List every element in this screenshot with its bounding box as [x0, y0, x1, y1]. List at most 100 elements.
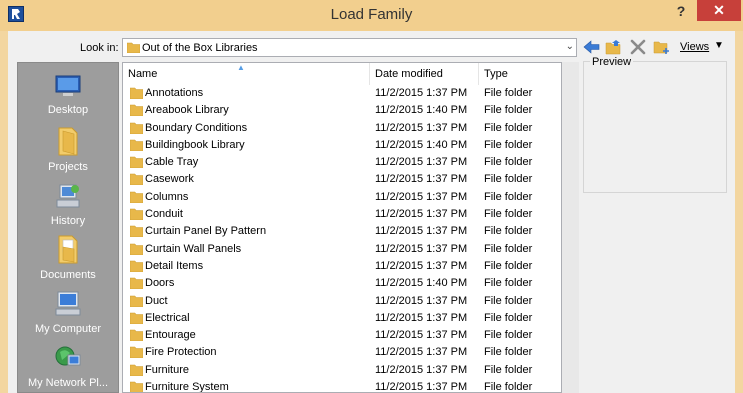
place-history[interactable]: History — [18, 181, 118, 227]
file-name: Cable Tray — [145, 156, 199, 169]
file-name: Casework — [145, 173, 194, 186]
file-date: 11/2/2015 1:37 PM — [375, 173, 468, 186]
title-bar[interactable]: Load Family ? ✕ — [0, 0, 743, 31]
place-desktop[interactable]: Desktop — [18, 72, 118, 116]
my-computer-icon — [55, 291, 81, 316]
file-name: Furniture — [145, 363, 190, 376]
file-name: Entourage — [145, 329, 196, 342]
column-header-name[interactable]: ▲ Name — [123, 63, 370, 85]
place-label: Documents — [40, 269, 96, 281]
folder-icon — [130, 260, 143, 272]
file-name: Doors — [145, 277, 175, 290]
file-date: 11/2/2015 1:37 PM — [375, 363, 468, 376]
delete-icon[interactable] — [629, 39, 647, 55]
folder-icon — [130, 208, 143, 221]
sort-ascending-icon: ▲ — [237, 63, 245, 72]
file-type: File folder — [484, 225, 533, 238]
up-folder-icon[interactable] — [605, 39, 623, 55]
file-name: Curtain Wall Panels — [145, 242, 242, 255]
new-folder-icon[interactable] — [653, 39, 671, 55]
file-date: 11/2/2015 1:40 PM — [375, 277, 468, 290]
table-row[interactable]: Buildingbook Library 11/2/2015 1:40 PM Fil… — [123, 137, 561, 154]
place-documents[interactable]: Documents — [18, 233, 118, 281]
look-in-label: Look in: — [80, 42, 119, 54]
folder-icon — [130, 295, 143, 307]
file-type: File folder — [484, 190, 533, 203]
column-header-type[interactable]: Type — [479, 63, 561, 85]
folder-icon — [130, 364, 143, 376]
place-label: History — [50, 215, 86, 227]
file-type: File folder — [484, 294, 533, 307]
file-name: Areabook Library — [145, 104, 229, 117]
folder-icon — [130, 105, 143, 117]
file-date: 11/2/2015 1:37 PM — [375, 242, 468, 255]
table-row[interactable]: Conduit 11/2/2015 1:37 PM File folder — [123, 206, 561, 223]
help-button[interactable]: ? — [668, 1, 694, 21]
place-my-network[interactable]: My Network Pl... — [18, 343, 118, 389]
column-header-date[interactable]: Date modified — [370, 63, 479, 85]
file-type: File folder — [484, 87, 533, 99]
folder-icon — [130, 87, 143, 99]
file-name: Buildingbook Library — [145, 138, 245, 151]
place-label: Desktop — [47, 104, 89, 116]
table-row[interactable]: Cable Tray 11/2/2015 1:37 PM File folder — [123, 154, 561, 171]
folder-icon — [130, 381, 143, 392]
table-row[interactable]: Curtain Panel By Pattern 11/2/2015 1:37 P… — [123, 223, 561, 240]
file-type: File folder — [484, 121, 533, 134]
folder-icon — [130, 329, 143, 342]
file-date: 11/2/2015 1:40 PM — [375, 104, 468, 117]
file-type: File folder — [484, 311, 533, 324]
table-row[interactable]: Curtain Wall Panels 11/2/2015 1:37 PM File… — [123, 241, 561, 258]
file-date: 11/2/2015 1:37 PM — [375, 259, 468, 272]
file-list[interactable]: ▲ Name Date modified Type Annotations 11/… — [122, 62, 562, 393]
table-row[interactable]: Detail Items 11/2/2015 1:37 PM File folder — [123, 258, 561, 275]
table-row[interactable]: Duct 11/2/2015 1:37 PM File folder — [123, 293, 561, 310]
projects-folder-icon — [58, 127, 78, 156]
place-label: My Computer — [34, 323, 102, 335]
table-row[interactable]: Furniture System 11/2/2015 1:37 PM File fo… — [123, 379, 561, 393]
preview-label: Preview — [590, 56, 634, 68]
file-type: File folder — [484, 381, 533, 393]
file-date: 11/2/2015 1:37 PM — [375, 381, 468, 393]
folder-icon — [130, 278, 143, 290]
table-row[interactable]: Entourage 11/2/2015 1:37 PM File folder — [123, 327, 561, 344]
close-button[interactable]: ✕ — [697, 0, 741, 21]
table-row[interactable]: Columns 11/2/2015 1:37 PM File folder — [123, 189, 561, 206]
file-date: 11/2/2015 1:37 PM — [375, 311, 468, 324]
place-label: Projects — [48, 161, 88, 173]
back-icon[interactable] — [583, 39, 601, 55]
chevron-down-icon[interactable]: ⌄ — [566, 41, 574, 52]
table-row[interactable]: Annotations 11/2/2015 1:37 PM File folder — [123, 85, 561, 102]
file-date: 11/2/2015 1:37 PM — [375, 87, 468, 99]
file-date: 11/2/2015 1:37 PM — [375, 208, 468, 221]
views-button[interactable]: Views — [680, 41, 709, 53]
place-projects[interactable]: Projects — [18, 125, 118, 173]
place-my-computer[interactable]: My Computer — [18, 289, 118, 335]
folder-icon — [130, 122, 143, 134]
table-row[interactable]: Boundary Conditions 11/2/2015 1:37 PM File… — [123, 120, 561, 137]
look-in-value: Out of the Box Libraries — [142, 42, 258, 54]
file-date: 11/2/2015 1:37 PM — [375, 190, 468, 203]
table-row[interactable]: Fire Protection 11/2/2015 1:37 PM File fol… — [123, 344, 561, 361]
file-list-scrollbar[interactable] — [562, 62, 579, 393]
table-row[interactable]: Doors 11/2/2015 1:40 PM File folder — [123, 275, 561, 292]
file-name: Furniture System — [145, 381, 229, 393]
file-type: File folder — [484, 363, 533, 376]
file-type: File folder — [484, 242, 533, 255]
preview-panel — [583, 61, 727, 193]
file-date: 11/2/2015 1:37 PM — [375, 329, 468, 342]
views-dropdown-arrow-icon[interactable]: ▼ — [714, 40, 724, 51]
folder-icon — [130, 156, 143, 169]
file-type: File folder — [484, 346, 533, 359]
file-type: File folder — [484, 173, 533, 186]
file-type: File folder — [484, 329, 533, 342]
look-in-dropdown[interactable]: Out of the Box Libraries ⌄ — [122, 38, 577, 57]
table-row[interactable]: Areabook Library 11/2/2015 1:40 PM File fo… — [123, 102, 561, 119]
table-row[interactable]: Casework 11/2/2015 1:37 PM File folder — [123, 171, 561, 188]
file-rows: Annotations 11/2/2015 1:37 PM File folder A… — [123, 85, 561, 393]
table-row[interactable]: Furniture 11/2/2015 1:37 PM File folder — [123, 362, 561, 379]
table-row[interactable]: Electrical 11/2/2015 1:37 PM File folder — [123, 310, 561, 327]
file-type: File folder — [484, 277, 533, 290]
file-type: File folder — [484, 138, 533, 151]
file-name: Duct — [145, 294, 168, 307]
